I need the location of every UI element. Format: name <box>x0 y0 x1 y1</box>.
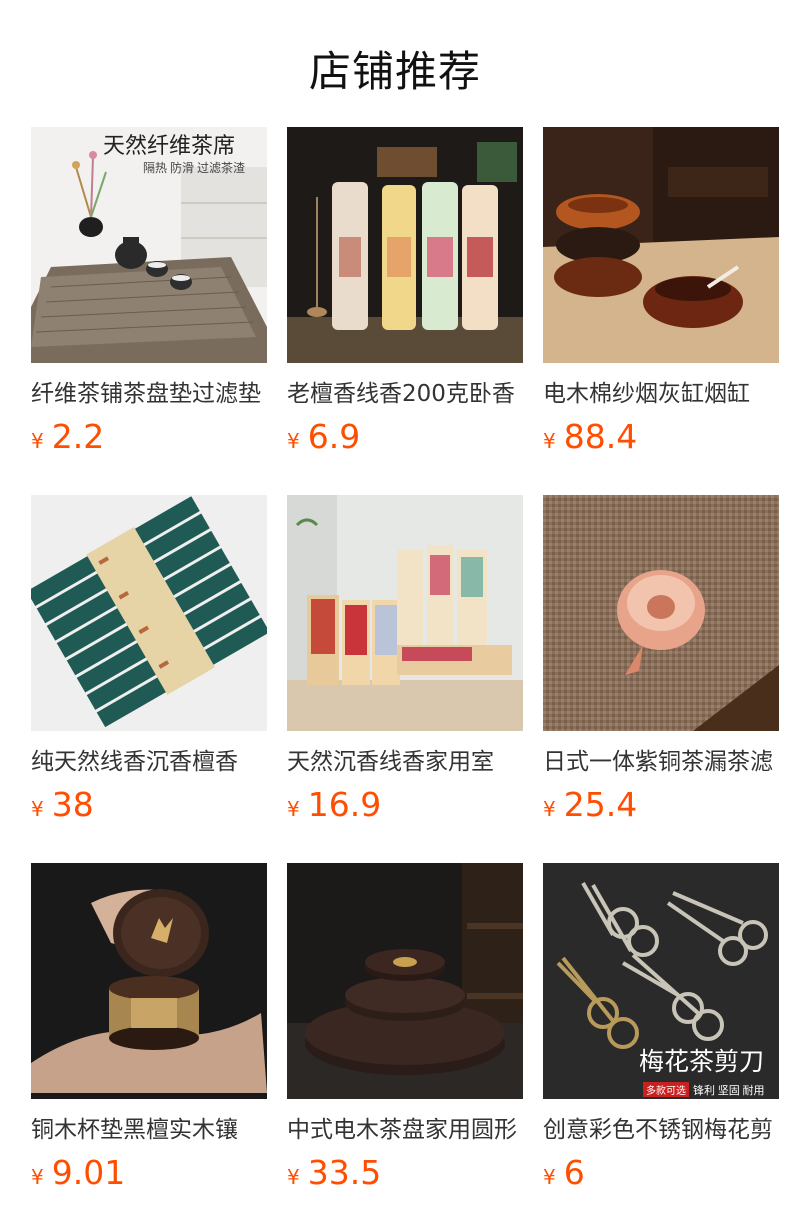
product-image[interactable] <box>287 495 523 731</box>
product-card[interactable]: 老檀香线香200克卧香 ¥6.9 <box>287 127 523 463</box>
price-value: 33.5 <box>307 1153 382 1192</box>
product-image[interactable] <box>543 127 779 363</box>
currency-symbol: ¥ <box>543 429 556 453</box>
image-caption: 梅花茶剪刀 <box>639 1048 764 1076</box>
price-value: 25.4 <box>563 785 638 824</box>
product-card[interactable]: 天然纤维茶席 隔热 防滑 过滤茶渣 纤维茶铺茶盘垫过滤垫 ¥2.2 <box>31 127 267 463</box>
product-name[interactable]: 电木棉纱烟灰缸烟缸 <box>543 379 779 409</box>
currency-symbol: ¥ <box>287 797 300 821</box>
product-card[interactable]: 纯天然线香沉香檀香 ¥38 <box>31 495 267 831</box>
currency-symbol: ¥ <box>31 429 44 453</box>
product-image[interactable] <box>287 863 523 1099</box>
product-price: ¥38 <box>31 785 267 831</box>
price-value: 6 <box>563 1153 585 1192</box>
product-name[interactable]: 天然沉香线香家用室 <box>287 747 523 777</box>
product-name[interactable]: 老檀香线香200克卧香 <box>287 379 523 409</box>
product-image[interactable] <box>31 863 267 1099</box>
product-price: ¥33.5 <box>287 1153 523 1199</box>
shop-recommend-page: 店铺推荐 天然纤维茶席 隔热 防滑 过滤茶渣 纤维茶铺茶盘垫过滤垫 ¥ 2.2 … <box>0 0 790 1232</box>
product-price: ¥16.9 <box>287 785 523 831</box>
product-price: ¥25.4 <box>543 785 779 831</box>
product-price: ¥9.01 <box>31 1153 267 1199</box>
product-card[interactable]: 铜木杯垫黑檀实木镶 ¥9.01 <box>31 863 267 1199</box>
product-image[interactable]: 梅花茶剪刀 多款可选 锋利 坚固 耐用 <box>543 863 779 1099</box>
product-card[interactable]: 天然沉香线香家用室 ¥16.9 <box>287 495 523 831</box>
currency-symbol: ¥ <box>287 429 300 453</box>
image-caption: 天然纤维茶席 <box>103 133 235 158</box>
product-name[interactable]: 铜木杯垫黑檀实木镶 <box>31 1115 267 1145</box>
image-subcaption: 锋利 坚固 耐用 <box>693 1084 765 1097</box>
price-value: 38 <box>51 785 94 824</box>
currency-symbol: ¥ <box>31 797 44 821</box>
product-card[interactable]: 梅花茶剪刀 多款可选 锋利 坚固 耐用 创意彩色不锈钢梅花剪 ¥6 <box>543 863 779 1199</box>
price-value: 88.4 <box>563 417 638 456</box>
price-value: 16.9 <box>307 785 382 824</box>
product-card[interactable]: 中式电木茶盘家用圆形 ¥33.5 <box>287 863 523 1199</box>
image-badge: 多款可选 <box>646 1084 686 1097</box>
product-card[interactable]: 日式一体紫铜茶漏茶滤 ¥25.4 <box>543 495 779 831</box>
price-value: 9.01 <box>51 1153 126 1192</box>
product-name[interactable]: 创意彩色不锈钢梅花剪 <box>543 1115 779 1145</box>
product-name[interactable]: 纯天然线香沉香檀香 <box>31 747 267 777</box>
currency-symbol: ¥ <box>31 1165 44 1189</box>
product-name[interactable]: 纤维茶铺茶盘垫过滤垫 <box>31 379 267 409</box>
product-name[interactable]: 中式电木茶盘家用圆形 <box>287 1115 523 1145</box>
currency-symbol: ¥ <box>543 797 556 821</box>
product-price: ¥2.2 <box>31 417 267 463</box>
product-name[interactable]: 日式一体紫铜茶漏茶滤 <box>543 747 779 777</box>
product-price: ¥6 <box>543 1153 779 1199</box>
product-price: ¥88.4 <box>543 417 779 463</box>
section-title: 店铺推荐 <box>308 47 481 96</box>
product-image[interactable] <box>287 127 523 363</box>
price-value: 6.9 <box>307 417 361 456</box>
currency-symbol: ¥ <box>543 1165 556 1189</box>
product-price: ¥6.9 <box>287 417 523 463</box>
image-subcaption: 隔热 防滑 过滤茶渣 <box>143 160 245 175</box>
price-value: 2.2 <box>51 417 105 456</box>
currency-symbol: ¥ <box>287 1165 300 1189</box>
product-image[interactable]: 天然纤维茶席 隔热 防滑 过滤茶渣 <box>31 127 267 363</box>
product-image[interactable] <box>543 495 779 731</box>
product-card[interactable]: 电木棉纱烟灰缸烟缸 ¥88.4 <box>543 127 779 463</box>
product-image[interactable] <box>31 495 267 731</box>
